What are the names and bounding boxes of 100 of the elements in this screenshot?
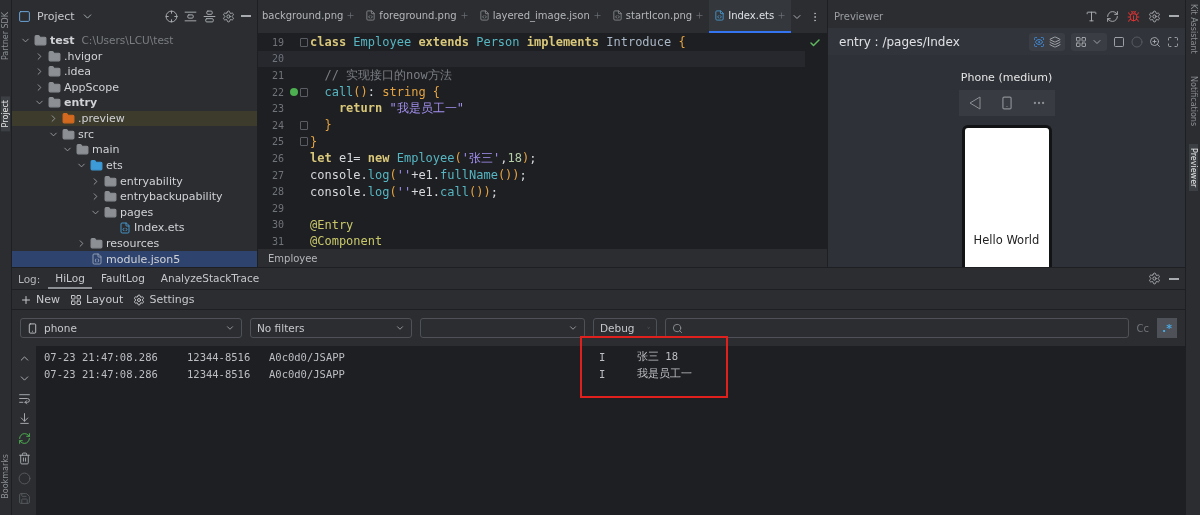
tree-item[interactable]: entryability	[12, 173, 257, 189]
panel-title[interactable]: Project	[37, 9, 75, 23]
fold-icon[interactable]	[300, 120, 308, 130]
code-text: }	[310, 134, 318, 149]
editor-tab[interactable]: startIcon.png	[606, 0, 710, 33]
tree-item[interactable]: Index.ets	[12, 220, 257, 236]
check-icon	[809, 37, 821, 49]
line-number: 27	[270, 169, 284, 181]
item-name: .idea	[64, 65, 92, 79]
tree-item[interactable]: .hvigor	[12, 48, 257, 64]
line-number: 23	[270, 103, 284, 115]
device-dropdown[interactable]: phone	[20, 318, 242, 338]
tool-window-tab[interactable]: Project	[1, 96, 10, 132]
item-name: main	[92, 143, 120, 157]
tree-item[interactable]: ets	[12, 157, 257, 174]
editor-tab[interactable]: layered_image.json	[473, 0, 607, 33]
item-name: ets	[106, 158, 123, 172]
process-dropdown[interactable]	[420, 318, 585, 338]
file-icon	[611, 10, 623, 21]
refresh-icon	[1106, 9, 1119, 23]
tree-item[interactable]: .preview	[12, 110, 257, 127]
toolbar-button[interactable]: Layout	[70, 293, 124, 306]
font-size-icon	[1085, 9, 1098, 23]
item-name: entrybackupability	[120, 190, 223, 204]
line-number: 20	[270, 53, 284, 65]
line-number: 19	[270, 36, 284, 48]
fold-icon[interactable]	[300, 37, 308, 47]
filter-dropdown[interactable]: No filters	[250, 318, 412, 338]
search-field[interactable]	[665, 318, 1129, 338]
code-text: return "我是员工一"	[337, 100, 464, 118]
phone-icon	[27, 322, 38, 334]
log-label: Log:	[18, 272, 41, 285]
toolbar-button[interactable]: New	[20, 293, 60, 306]
gear-icon	[133, 293, 146, 306]
tree-item[interactable]: pages	[12, 204, 257, 221]
editor-tab[interactable]: foreground.png	[360, 0, 474, 33]
tree-item[interactable]: .idea	[12, 63, 257, 80]
plus-icon	[20, 293, 32, 306]
tree-item[interactable]: module.json5	[12, 251, 257, 267]
fit-icon	[1167, 35, 1179, 48]
log-tab[interactable]: AnalyzeStackTrace	[153, 268, 267, 289]
tool-window-tab[interactable]: Previewer	[1188, 143, 1198, 192]
folder-icon	[48, 65, 61, 79]
code-text: class Employee extends Person implements Introduce {	[310, 35, 686, 50]
zoom-in-icon	[1149, 35, 1161, 48]
collapse-all-icon	[203, 9, 216, 23]
toolbar-button[interactable]: Settings	[133, 293, 195, 306]
code-text: let e1= new Employee('张三',18);	[310, 149, 537, 167]
trash-icon	[17, 452, 31, 465]
editor-tab[interactable]: Index.ets	[709, 0, 792, 33]
log-tab[interactable]: FaultLog	[93, 268, 152, 289]
fold-icon[interactable]	[300, 137, 308, 147]
item-name: AppScope	[64, 80, 119, 94]
tool-window-tab[interactable]: Notifications	[1188, 71, 1198, 130]
fold-icon[interactable]	[300, 87, 308, 97]
editor-tab[interactable]: background.png	[258, 0, 361, 33]
tool-window-tab[interactable]: Partner SDK	[1, 8, 10, 65]
line-number: 21	[270, 70, 284, 81]
folder-icon	[76, 143, 89, 157]
phone-icon	[999, 96, 1014, 110]
tree-item[interactable]: src	[12, 126, 257, 142]
tree-item[interactable]: entrybackupability	[12, 188, 257, 205]
settings-icon	[222, 9, 235, 23]
log-tab[interactable]: HiLog	[48, 268, 92, 289]
minimize-icon[interactable]	[1169, 277, 1179, 280]
line-number: 28	[270, 186, 284, 198]
zoom-out-icon	[1131, 35, 1143, 48]
breadcrumb[interactable]: Employee	[258, 249, 827, 267]
folder-icon	[104, 190, 117, 204]
file-icon	[714, 10, 726, 21]
tree-item[interactable]: resources	[12, 235, 257, 252]
triangle-back-icon	[968, 96, 981, 110]
tool-window-tab[interactable]: Kit Assistant	[1188, 0, 1198, 58]
scroll-end-icon	[17, 412, 31, 425]
override-icon[interactable]	[290, 88, 298, 97]
code-file-icon	[119, 221, 131, 234]
tool-window-tab[interactable]: Bookmarks	[1, 450, 10, 504]
tree-item[interactable]: main	[12, 142, 257, 158]
layers-icon	[1049, 35, 1061, 48]
tree-item[interactable]: entry	[12, 95, 257, 111]
tree-item[interactable]: AppScope	[12, 79, 257, 96]
file-icon	[478, 10, 490, 21]
settings-icon	[1148, 272, 1161, 285]
item-name: module.json5	[106, 252, 181, 266]
item-name: src	[78, 127, 95, 141]
grid-icon	[1075, 35, 1087, 48]
minimize-icon[interactable]	[241, 15, 251, 18]
panel-icon	[18, 9, 31, 23]
code-text: @Component	[310, 234, 383, 249]
tree-item[interactable]: test C:\Users\LCU\test	[12, 32, 257, 49]
line-number: 25	[270, 136, 284, 148]
level-dropdown[interactable]: Debug	[593, 318, 657, 338]
stop-icon	[17, 472, 31, 485]
caret-icon	[395, 323, 405, 333]
file-icon	[365, 10, 377, 21]
log-row-text: 07-23 21:47:08.286 12344-8516 A0c0d0/JSAPP I 张三 18	[43, 348, 679, 365]
line-number: 30	[270, 219, 284, 231]
code-text: console.log(''+e1.fullName());	[310, 168, 527, 183]
frame-icon	[1113, 35, 1125, 48]
code-text: @Entry	[310, 217, 354, 232]
